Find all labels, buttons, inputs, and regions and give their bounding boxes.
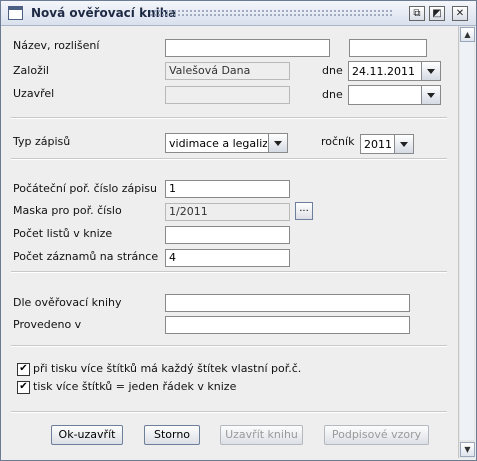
- vertical-scrollbar[interactable]: ▲ ▼: [458, 26, 475, 458]
- dle-knihy-input[interactable]: [165, 294, 410, 312]
- zalozil-date-value: 24.11.2011: [352, 65, 415, 78]
- checkbox-vlastni-cislo-label[interactable]: při tisku více štítků má každý štítek vl…: [33, 362, 301, 375]
- chevron-down-icon[interactable]: [421, 62, 440, 80]
- nazev-label: Název, rozlišení: [13, 39, 100, 52]
- zalozil-date-select[interactable]: 24.11.2011: [348, 61, 441, 81]
- dialog-window: Nová ověřovací kniha ⧉ ◩ ✕ Název, rozliš…: [0, 0, 477, 461]
- uzavrel-date-select[interactable]: [348, 85, 441, 105]
- window-icon: [8, 6, 23, 20]
- provedeno-label: Provedeno v: [13, 318, 82, 331]
- chevron-down-icon[interactable]: [268, 134, 287, 152]
- nazev-input[interactable]: [165, 39, 330, 57]
- ok-close-button[interactable]: Ok-uzavřít: [51, 425, 123, 445]
- rocnik-select[interactable]: 2011: [360, 134, 414, 154]
- typ-zapisu-select[interactable]: vidimace a legalizace: [165, 133, 288, 153]
- zalozil-field: Valešová Dana: [165, 62, 290, 80]
- chevron-down-icon[interactable]: [394, 135, 413, 153]
- separator: [11, 117, 447, 119]
- pocet-listu-label: Počet listů v knize: [13, 227, 113, 240]
- uzavrel-label: Uzavřel: [13, 87, 55, 100]
- maska-browse-button[interactable]: ...: [295, 202, 313, 220]
- typ-zapisu-value: vidimace a legalizace: [169, 137, 267, 150]
- pocatecni-cislo-label: Počáteční poř. číslo zápisu: [13, 182, 158, 195]
- separator: [11, 271, 447, 273]
- zalozil-label: Založil: [13, 64, 49, 77]
- zalozil-dne-label: dne: [322, 64, 343, 77]
- chevron-down-icon[interactable]: [421, 86, 440, 104]
- signature-samples-button[interactable]: Podpisové vzory: [324, 425, 429, 445]
- rocnik-value: 2011: [364, 138, 392, 151]
- uzavrel-field: [165, 86, 290, 104]
- provedeno-input[interactable]: [165, 316, 410, 334]
- separator: [11, 158, 447, 160]
- scroll-track[interactable]: [460, 42, 474, 440]
- checkbox-jeden-radek[interactable]: ✔: [17, 381, 30, 394]
- close-icon[interactable]: ✕: [452, 6, 468, 21]
- checkbox-jeden-radek-label[interactable]: tisk více štítků = jeden řádek v knize: [33, 380, 236, 393]
- iconify-icon[interactable]: ⧉: [409, 6, 425, 21]
- title-bar[interactable]: Nová ověřovací kniha ⧉ ◩ ✕: [1, 1, 476, 26]
- dle-knihy-label: Dle ověřovací knihy: [13, 296, 122, 309]
- separator: [11, 411, 447, 413]
- pocet-zaznamu-label: Počet záznamů na stránce: [13, 250, 159, 263]
- separator: [11, 345, 447, 347]
- check-icon: ✔: [19, 363, 28, 374]
- maska-label: Maska pro poř. číslo: [13, 204, 122, 217]
- uzavrel-dne-label: dne: [322, 88, 343, 101]
- pocet-zaznamu-input[interactable]: 4: [165, 249, 290, 267]
- rocnik-label: ročník: [321, 135, 355, 148]
- rozliseni-input[interactable]: [349, 39, 427, 57]
- storno-button[interactable]: Storno: [144, 425, 200, 445]
- maska-field: 1/2011: [165, 203, 290, 221]
- title-bar-grip: [149, 9, 393, 17]
- typ-zapisu-label: Typ zápisů: [13, 135, 71, 148]
- pocet-listu-input[interactable]: [165, 226, 290, 244]
- scroll-up-icon[interactable]: ▲: [460, 27, 475, 42]
- close-book-button[interactable]: Uzavřít knihu: [220, 425, 303, 445]
- scroll-down-icon[interactable]: ▼: [460, 442, 475, 457]
- pocatecni-cislo-input[interactable]: 1: [165, 180, 290, 198]
- checkbox-vlastni-cislo[interactable]: ✔: [17, 363, 30, 376]
- check-icon: ✔: [19, 381, 28, 392]
- form-panel: Název, rozlišení Založil Valešová Dana d…: [3, 27, 457, 457]
- maximize-icon[interactable]: ◩: [429, 6, 445, 21]
